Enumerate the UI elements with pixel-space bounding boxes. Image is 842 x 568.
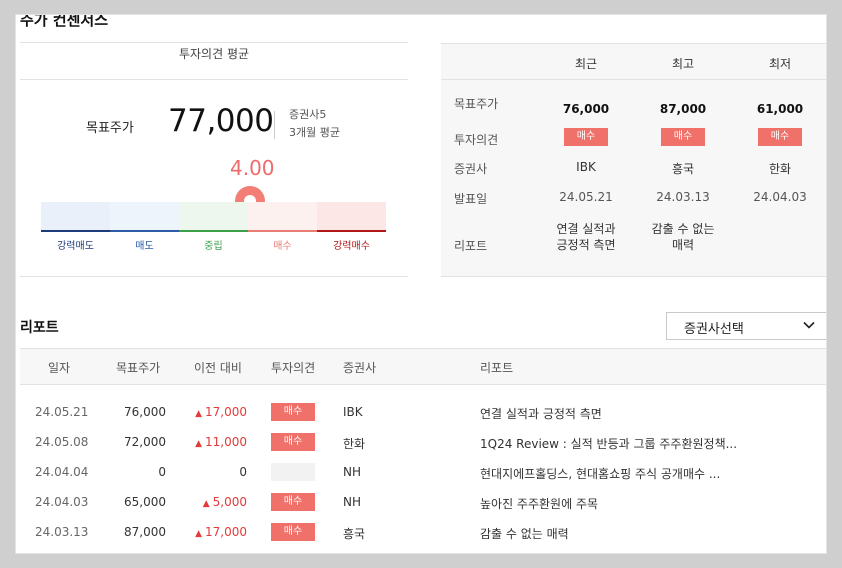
column-lowest: 최저 [768, 57, 792, 71]
header-opinion: 투자의견 [271, 361, 316, 375]
column-highest: 최고 [671, 57, 695, 71]
row-label-broker: 증권사 [454, 162, 488, 176]
header-target: 목표주가 [116, 361, 161, 375]
opinion-badge: 매수 [271, 493, 315, 511]
scale-label: 매수 [273, 241, 292, 252]
row-date: 24.05.21 [35, 405, 89, 419]
highest-date: 24.03.13 [656, 190, 710, 204]
opinion-badge: 매수 [271, 433, 315, 451]
latest-broker: IBK [576, 160, 596, 174]
row-broker: NH [343, 495, 361, 509]
row-target: 65,000 [124, 495, 166, 509]
reports-title: 리포트 [20, 320, 59, 336]
row-broker: 흥국 [343, 527, 366, 541]
up-arrow-icon: ▲ [195, 529, 202, 539]
up-arrow-icon: ▲ [195, 439, 202, 449]
target-price-label: 목표주가 [86, 121, 134, 136]
highest-report-link[interactable]: 감출 수 없는 매력 [638, 221, 728, 253]
row-change: ▲ 17,000 [195, 525, 247, 539]
row-label-date: 발표일 [454, 192, 488, 206]
divider [20, 79, 408, 80]
row-change: 0 [239, 465, 247, 479]
row-target: 87,000 [124, 525, 166, 539]
row-target: 72,000 [124, 435, 166, 449]
up-arrow-icon: ▲ [195, 409, 202, 419]
report-title-link[interactable]: 감출 수 없는 매력 [480, 525, 780, 542]
row-change: ▲ 17,000 [195, 405, 247, 419]
lowest-date: 24.04.03 [753, 190, 807, 204]
header-report: 리포트 [480, 361, 514, 375]
up-arrow-icon: ▲ [202, 499, 210, 509]
broker-count: 증권사5 [289, 108, 327, 121]
scale-strong-buy [317, 202, 386, 232]
broker-select[interactable]: 증권사선택 [666, 312, 826, 340]
row-change: ▲ 11,000 [195, 435, 247, 449]
row-broker: IBK [343, 405, 363, 419]
row-target: 76,000 [124, 405, 166, 419]
scale-label: 강력매도 [57, 241, 94, 252]
divider [274, 111, 275, 139]
divider [441, 79, 826, 80]
opinion-badge: 매수 [271, 403, 315, 421]
divider [20, 276, 408, 277]
opinion-badge: 매수 [271, 523, 315, 541]
highest-broker: 흥국 [671, 162, 695, 176]
row-label-target: 목표주가 [454, 97, 499, 111]
opinion-badge [271, 463, 315, 481]
opinion-badge: 매수 [661, 128, 705, 146]
opinion-badge: 매수 [758, 128, 802, 146]
section-title: 주가 컨센서스 [20, 14, 109, 29]
row-date: 24.03.13 [35, 525, 89, 539]
row-date: 24.04.04 [35, 465, 89, 479]
target-price-value: 77,000 [168, 103, 274, 139]
lowest-target: 61,000 [756, 102, 804, 116]
scale-strong-sell [41, 202, 110, 232]
opinion-badge: 매수 [564, 128, 608, 146]
chevron-down-icon [803, 319, 815, 335]
row-label-opinion: 투자의견 [454, 133, 499, 147]
scale-sell [110, 202, 179, 232]
scale-buy [248, 202, 317, 232]
scale-label: 중립 [204, 241, 223, 252]
lowest-broker: 한화 [768, 162, 792, 176]
scale-neutral [179, 202, 248, 232]
row-change: ▲ 5,000 [202, 495, 247, 509]
latest-report-link[interactable]: 연결 실적과 긍정적 측면 [541, 221, 631, 253]
header-broker: 증권사 [343, 361, 377, 375]
consensus-panel: 주가 컨센서스 투자의견 평균 목표주가 77,000 증권사5 3개월 평균 … [15, 14, 827, 554]
highest-target: 87,000 [659, 102, 707, 116]
row-date: 24.04.03 [35, 495, 89, 509]
report-title-link[interactable]: 현대지에프홀딩스, 현대홈쇼핑 주식 공개매수 ... [480, 465, 780, 482]
row-broker: NH [343, 465, 361, 479]
scale-label: 매도 [135, 241, 154, 252]
row-label-report: 리포트 [454, 239, 488, 253]
divider [20, 42, 408, 43]
header-date: 일자 [48, 361, 71, 375]
row-date: 24.05.08 [35, 435, 89, 449]
report-title-link[interactable]: 높아진 주주환원에 주목 [480, 495, 780, 512]
scale-label: 강력매수 [333, 241, 370, 252]
average-period: 3개월 평균 [289, 126, 340, 139]
latest-date: 24.05.21 [559, 190, 613, 204]
opinion-score: 4.00 [230, 156, 275, 180]
row-target: 0 [158, 465, 166, 479]
header-change: 이전 대비 [194, 361, 242, 375]
average-header: 투자의견 평균 [178, 47, 250, 61]
column-latest: 최근 [574, 57, 598, 71]
report-title-link[interactable]: 연결 실적과 긍정적 측면 [480, 405, 780, 422]
row-broker: 한화 [343, 437, 366, 451]
latest-target: 76,000 [562, 102, 610, 116]
report-title-link[interactable]: 1Q24 Review : 실적 반등과 그룹 주주환원정책... [480, 435, 780, 452]
